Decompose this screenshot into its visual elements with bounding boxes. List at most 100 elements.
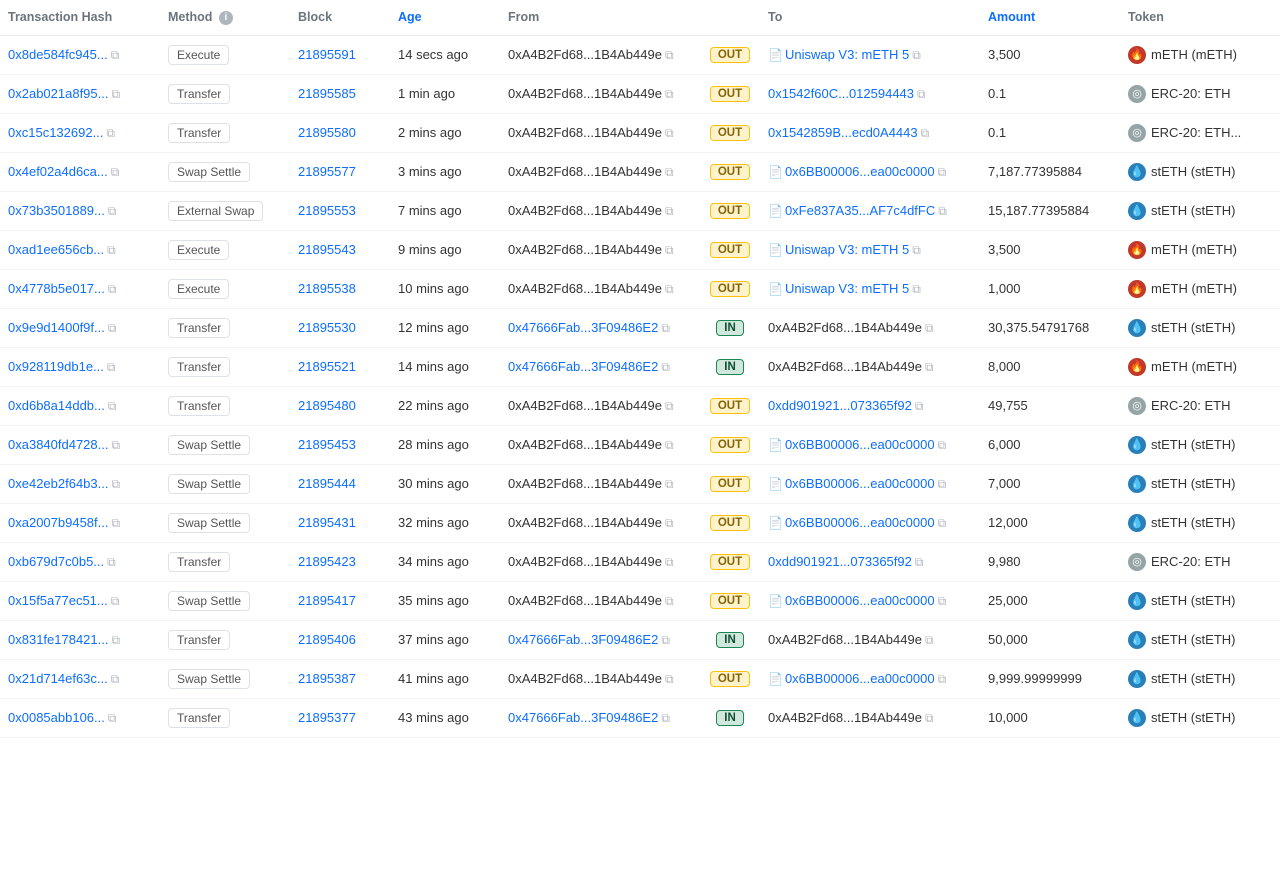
to-copy-icon[interactable]: ⧉: [925, 321, 934, 336]
tx-hash-link[interactable]: 0x928119db1e...: [8, 359, 104, 374]
to-address-link[interactable]: Uniswap V3: mETH 5: [785, 242, 909, 257]
from-copy-icon[interactable]: ⧉: [665, 555, 674, 570]
tx-hash-link[interactable]: 0x0085abb106...: [8, 710, 105, 725]
block-link[interactable]: 21895553: [298, 203, 356, 218]
block-link[interactable]: 21895406: [298, 632, 356, 647]
tx-hash-link[interactable]: 0xa3840fd4728...: [8, 437, 108, 452]
to-copy-icon[interactable]: ⧉: [915, 555, 924, 570]
from-copy-icon[interactable]: ⧉: [665, 87, 674, 102]
to-copy-icon[interactable]: ⧉: [917, 87, 926, 102]
to-address-link[interactable]: Uniswap V3: mETH 5: [785, 47, 909, 62]
tx-hash-link[interactable]: 0xc15c132692...: [8, 125, 103, 140]
tx-hash-link[interactable]: 0xa2007b9458f...: [8, 515, 108, 530]
tx-hash-link[interactable]: 0x831fe178421...: [8, 632, 108, 647]
to-copy-icon[interactable]: ⧉: [938, 672, 947, 687]
to-address-link[interactable]: Uniswap V3: mETH 5: [785, 281, 909, 296]
to-copy-icon[interactable]: ⧉: [921, 126, 930, 141]
block-link[interactable]: 21895423: [298, 554, 356, 569]
tx-hash-link[interactable]: 0x2ab021a8f95...: [8, 86, 108, 101]
to-copy-icon[interactable]: ⧉: [938, 204, 947, 219]
from-copy-icon[interactable]: ⧉: [665, 477, 674, 492]
from-address-link[interactable]: 0x47666Fab...3F09486E2: [508, 710, 658, 725]
tx-hash-copy-icon[interactable]: ⧉: [108, 399, 117, 414]
block-link[interactable]: 21895577: [298, 164, 356, 179]
tx-hash-copy-icon[interactable]: ⧉: [108, 282, 117, 297]
tx-hash-link[interactable]: 0x21d714ef63c...: [8, 671, 108, 686]
tx-hash-link[interactable]: 0xb679d7c0b5...: [8, 554, 104, 569]
to-copy-icon[interactable]: ⧉: [912, 48, 921, 63]
from-copy-icon[interactable]: ⧉: [665, 282, 674, 297]
from-copy-icon[interactable]: ⧉: [665, 126, 674, 141]
from-copy-icon[interactable]: ⧉: [665, 516, 674, 531]
block-link[interactable]: 21895417: [298, 593, 356, 608]
to-address-link[interactable]: 0x6BB00006...ea00c0000: [785, 437, 935, 452]
to-copy-icon[interactable]: ⧉: [938, 594, 947, 609]
tx-hash-link[interactable]: 0x73b3501889...: [8, 203, 105, 218]
tx-hash-link[interactable]: 0xe42eb2f64b3...: [8, 476, 108, 491]
to-address-link[interactable]: 0x1542859B...ecd0A4443: [768, 125, 918, 140]
method-info-icon[interactable]: i: [219, 11, 233, 25]
from-copy-icon[interactable]: ⧉: [665, 438, 674, 453]
from-address-link[interactable]: 0x47666Fab...3F09486E2: [508, 632, 658, 647]
tx-hash-link[interactable]: 0x15f5a77ec51...: [8, 593, 108, 608]
tx-hash-link[interactable]: 0x4778b5e017...: [8, 281, 105, 296]
tx-hash-link[interactable]: 0x8de584fc945...: [8, 47, 108, 62]
to-copy-icon[interactable]: ⧉: [912, 282, 921, 297]
tx-hash-copy-icon[interactable]: ⧉: [108, 321, 117, 336]
from-copy-icon[interactable]: ⧉: [661, 633, 670, 648]
block-link[interactable]: 21895377: [298, 710, 356, 725]
to-address-link[interactable]: 0xdd901921...073365f92: [768, 398, 912, 413]
tx-hash-copy-icon[interactable]: ⧉: [111, 672, 120, 687]
tx-hash-copy-icon[interactable]: ⧉: [106, 126, 115, 141]
from-copy-icon[interactable]: ⧉: [661, 360, 670, 375]
to-copy-icon[interactable]: ⧉: [912, 243, 921, 258]
block-link[interactable]: 21895453: [298, 437, 356, 452]
to-copy-icon[interactable]: ⧉: [938, 438, 947, 453]
to-copy-icon[interactable]: ⧉: [938, 516, 947, 531]
block-link[interactable]: 21895543: [298, 242, 356, 257]
tx-hash-copy-icon[interactable]: ⧉: [108, 204, 117, 219]
tx-hash-link[interactable]: 0xd6b8a14ddb...: [8, 398, 105, 413]
from-copy-icon[interactable]: ⧉: [661, 321, 670, 336]
from-copy-icon[interactable]: ⧉: [665, 672, 674, 687]
to-address-link[interactable]: 0x6BB00006...ea00c0000: [785, 164, 935, 179]
tx-hash-copy-icon[interactable]: ⧉: [111, 438, 120, 453]
to-address-link[interactable]: 0x6BB00006...ea00c0000: [785, 515, 935, 530]
block-link[interactable]: 21895521: [298, 359, 356, 374]
to-address-link[interactable]: 0xdd901921...073365f92: [768, 554, 912, 569]
tx-hash-copy-icon[interactable]: ⧉: [111, 516, 120, 531]
tx-hash-copy-icon[interactable]: ⧉: [107, 243, 116, 258]
tx-hash-link[interactable]: 0x9e9d1400f9f...: [8, 320, 105, 335]
to-copy-icon[interactable]: ⧉: [938, 165, 947, 180]
from-copy-icon[interactable]: ⧉: [665, 48, 674, 63]
tx-hash-copy-icon[interactable]: ⧉: [107, 360, 116, 375]
tx-hash-copy-icon[interactable]: ⧉: [111, 477, 120, 492]
to-copy-icon[interactable]: ⧉: [925, 711, 934, 726]
from-address-link[interactable]: 0x47666Fab...3F09486E2: [508, 320, 658, 335]
from-copy-icon[interactable]: ⧉: [665, 399, 674, 414]
block-link[interactable]: 21895580: [298, 125, 356, 140]
tx-hash-copy-icon[interactable]: ⧉: [111, 594, 120, 609]
tx-hash-copy-icon[interactable]: ⧉: [111, 87, 120, 102]
to-address-link[interactable]: 0xFe837A35...AF7c4dfFC: [785, 203, 935, 218]
from-address-link[interactable]: 0x47666Fab...3F09486E2: [508, 359, 658, 374]
to-address-link[interactable]: 0x6BB00006...ea00c0000: [785, 476, 935, 491]
block-link[interactable]: 21895585: [298, 86, 356, 101]
block-link[interactable]: 21895538: [298, 281, 356, 296]
tx-hash-copy-icon[interactable]: ⧉: [108, 711, 117, 726]
tx-hash-link[interactable]: 0x4ef02a4d6ca...: [8, 164, 108, 179]
block-link[interactable]: 21895591: [298, 47, 356, 62]
from-copy-icon[interactable]: ⧉: [665, 204, 674, 219]
tx-hash-copy-icon[interactable]: ⧉: [107, 555, 116, 570]
block-link[interactable]: 21895387: [298, 671, 356, 686]
to-address-link[interactable]: 0x6BB00006...ea00c0000: [785, 593, 935, 608]
block-link[interactable]: 21895530: [298, 320, 356, 335]
to-copy-icon[interactable]: ⧉: [925, 360, 934, 375]
from-copy-icon[interactable]: ⧉: [661, 711, 670, 726]
to-copy-icon[interactable]: ⧉: [915, 399, 924, 414]
to-address-link[interactable]: 0x6BB00006...ea00c0000: [785, 671, 935, 686]
to-address-link[interactable]: 0x1542f60C...012594443: [768, 86, 914, 101]
tx-hash-copy-icon[interactable]: ⧉: [111, 633, 120, 648]
from-copy-icon[interactable]: ⧉: [665, 243, 674, 258]
tx-hash-copy-icon[interactable]: ⧉: [111, 165, 120, 180]
